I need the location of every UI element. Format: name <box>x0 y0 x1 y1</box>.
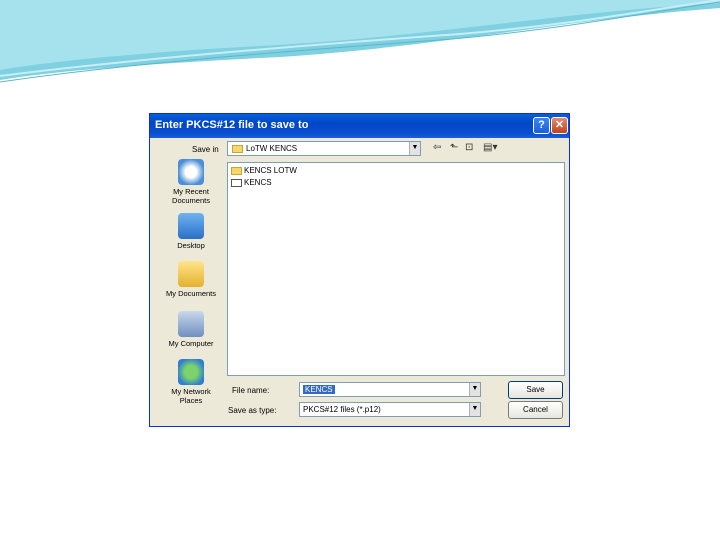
view-menu-icon[interactable]: ▤▾ <box>483 142 497 153</box>
save-in-value: LoTW KENCS <box>246 144 298 153</box>
place-label: My Network Places <box>171 387 211 405</box>
place-my-documents[interactable]: My Documents <box>160 261 222 298</box>
folder-icon <box>232 145 243 153</box>
chevron-down-icon[interactable]: ▼ <box>469 383 480 396</box>
dialog-titlebar: Enter PKCS#12 file to save to ? ✕ <box>150 114 569 138</box>
file-name: KENCS LOTW <box>244 166 297 175</box>
folder-icon <box>231 166 242 175</box>
file-name-value: KENCS <box>303 385 335 394</box>
list-item[interactable]: KENCS <box>231 178 272 187</box>
save-as-type-value: PKCS#12 files (*.p12) <box>303 405 381 414</box>
help-button[interactable]: ? <box>533 117 550 134</box>
slide-header-swoosh <box>0 0 720 83</box>
chevron-down-icon[interactable]: ▼ <box>469 403 480 416</box>
list-item[interactable]: KENCS LOTW <box>231 166 297 175</box>
places-bar: My Recent Documents Desktop My Documents… <box>160 159 222 409</box>
back-arrow-icon[interactable]: ⇦ <box>433 142 441 153</box>
save-button[interactable]: Save <box>508 381 563 399</box>
place-label: My Documents <box>165 289 216 298</box>
up-folder-icon[interactable]: ⬑ <box>450 142 458 153</box>
new-folder-icon[interactable]: ⊡ <box>465 142 473 153</box>
file-name-input[interactable]: KENCS ▼ <box>299 382 481 397</box>
place-desktop[interactable]: Desktop <box>160 213 222 250</box>
place-label: Desktop <box>177 241 205 250</box>
file-name: KENCS <box>244 178 272 187</box>
my-computer-icon <box>178 311 204 337</box>
place-recent-documents[interactable]: My Recent Documents <box>160 159 222 205</box>
save-as-type-label: Save as type: <box>228 406 277 415</box>
place-network-places[interactable]: My Network Places <box>160 359 222 405</box>
my-documents-icon <box>178 261 204 287</box>
file-list[interactable]: KENCS LOTW KENCS <box>227 162 565 376</box>
save-as-type-dropdown[interactable]: PKCS#12 files (*.p12) ▼ <box>299 402 481 417</box>
desktop-icon <box>178 213 204 239</box>
file-name-label: File name: <box>232 386 270 395</box>
dialog-title: Enter PKCS#12 file to save to <box>155 119 309 131</box>
save-in-label: Save in <box>192 145 219 154</box>
recent-documents-icon <box>178 159 204 185</box>
place-my-computer[interactable]: My Computer <box>160 311 222 348</box>
cancel-button[interactable]: Cancel <box>508 401 563 419</box>
chevron-down-icon[interactable]: ▼ <box>409 142 420 155</box>
place-label: My Computer <box>168 339 214 348</box>
place-label: My Recent Documents <box>172 187 210 205</box>
file-icon <box>231 178 242 187</box>
save-dialog: Enter PKCS#12 file to save to ? ✕ Save i… <box>149 113 570 427</box>
close-button[interactable]: ✕ <box>551 117 568 134</box>
save-in-dropdown[interactable]: LoTW KENCS ▼ <box>227 141 421 156</box>
network-places-icon <box>178 359 204 385</box>
